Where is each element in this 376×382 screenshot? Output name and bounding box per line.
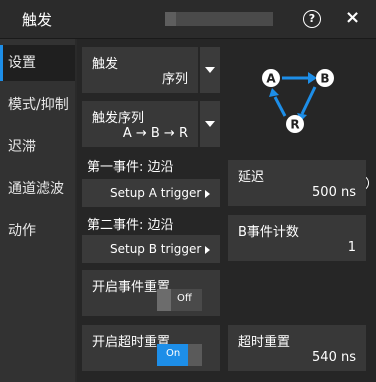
node-a-label: A	[266, 72, 276, 86]
dialog-title: 触发	[22, 11, 53, 29]
timeout-reset-value: 540 ns	[312, 350, 356, 365]
sidebar-item-hysteresis[interactable]: 迟滞	[0, 129, 75, 165]
timeout-reset-field[interactable]: 超时重置 540 ns	[228, 325, 366, 371]
chevron-right-icon	[205, 190, 210, 198]
help-icon[interactable]: ?	[303, 10, 321, 28]
trigger-type-value: 序列	[161, 72, 188, 87]
b-event-count-field[interactable]: B事件计数 1	[228, 215, 366, 261]
setup-b-trigger-label: Setup B trigger	[110, 242, 202, 256]
sequence-diagram: A B R	[262, 69, 334, 133]
chevron-down-icon[interactable]	[200, 101, 220, 147]
timeout-reset-label: 超时重置	[238, 335, 291, 350]
title-bar: 触发 ? ×	[0, 0, 376, 39]
trigger-sequence-select[interactable]: 触发序列 A → B → R	[82, 101, 198, 147]
trigger-type-select[interactable]: 触发 序列	[82, 47, 198, 93]
setup-a-trigger-button[interactable]: Setup A trigger	[82, 179, 220, 207]
sidebar-item-settings[interactable]: 设置	[0, 45, 75, 81]
b-event-count-value: 1	[347, 240, 356, 255]
delay-value: 500 ns	[312, 185, 356, 200]
setup-a-trigger-label: Setup A trigger	[110, 186, 202, 200]
first-event-label: 第一事件: 边沿	[87, 160, 174, 175]
timeout-reset-state: On	[166, 348, 181, 359]
timeout-reset-toggle[interactable]: On	[157, 344, 202, 366]
chevron-right-icon	[205, 246, 210, 254]
sidebar: 设置 模式/抑制 迟滞 通道滤波 动作	[0, 39, 75, 382]
drag-handle-track[interactable]	[165, 12, 273, 26]
delay-field[interactable]: 延迟 500 ns	[228, 160, 366, 206]
second-event-label: 第二事件: 边沿	[87, 218, 174, 233]
arrow-a-to-b-head	[308, 72, 317, 84]
chevron-down-icon[interactable]	[200, 47, 220, 93]
delay-label: 延迟	[238, 170, 265, 185]
trigger-sequence-label: 触发序列	[92, 111, 145, 126]
node-b-label: B	[320, 72, 329, 86]
sidebar-item-channel-filter[interactable]: 通道滤波	[0, 171, 75, 207]
drag-handle[interactable]	[165, 12, 176, 26]
setup-b-trigger-button[interactable]: Setup B trigger	[82, 235, 220, 263]
event-reset-state: Off	[177, 293, 192, 304]
trigger-sequence-value: A → B → R	[122, 126, 188, 141]
node-r-label: R	[290, 118, 299, 132]
trigger-type-label: 触发	[92, 57, 119, 72]
b-event-count-label: B事件计数	[238, 225, 299, 240]
close-icon[interactable]: ×	[345, 8, 360, 28]
toggle-knob	[188, 344, 202, 366]
settings-panel: 触发 序列 触发序列 A → B → R A B R ? 第一事件: 边沿 Se…	[77, 39, 376, 382]
sidebar-item-mode-holdoff[interactable]: 模式/抑制	[0, 87, 75, 123]
event-reset-toggle[interactable]: Off	[157, 289, 202, 311]
arrow-b-to-r	[300, 86, 317, 115]
arrow-r-to-a	[273, 96, 287, 117]
arrow-r-to-a-head	[269, 88, 279, 97]
toggle-knob	[157, 289, 171, 311]
sidebar-item-actions[interactable]: 动作	[0, 213, 75, 249]
